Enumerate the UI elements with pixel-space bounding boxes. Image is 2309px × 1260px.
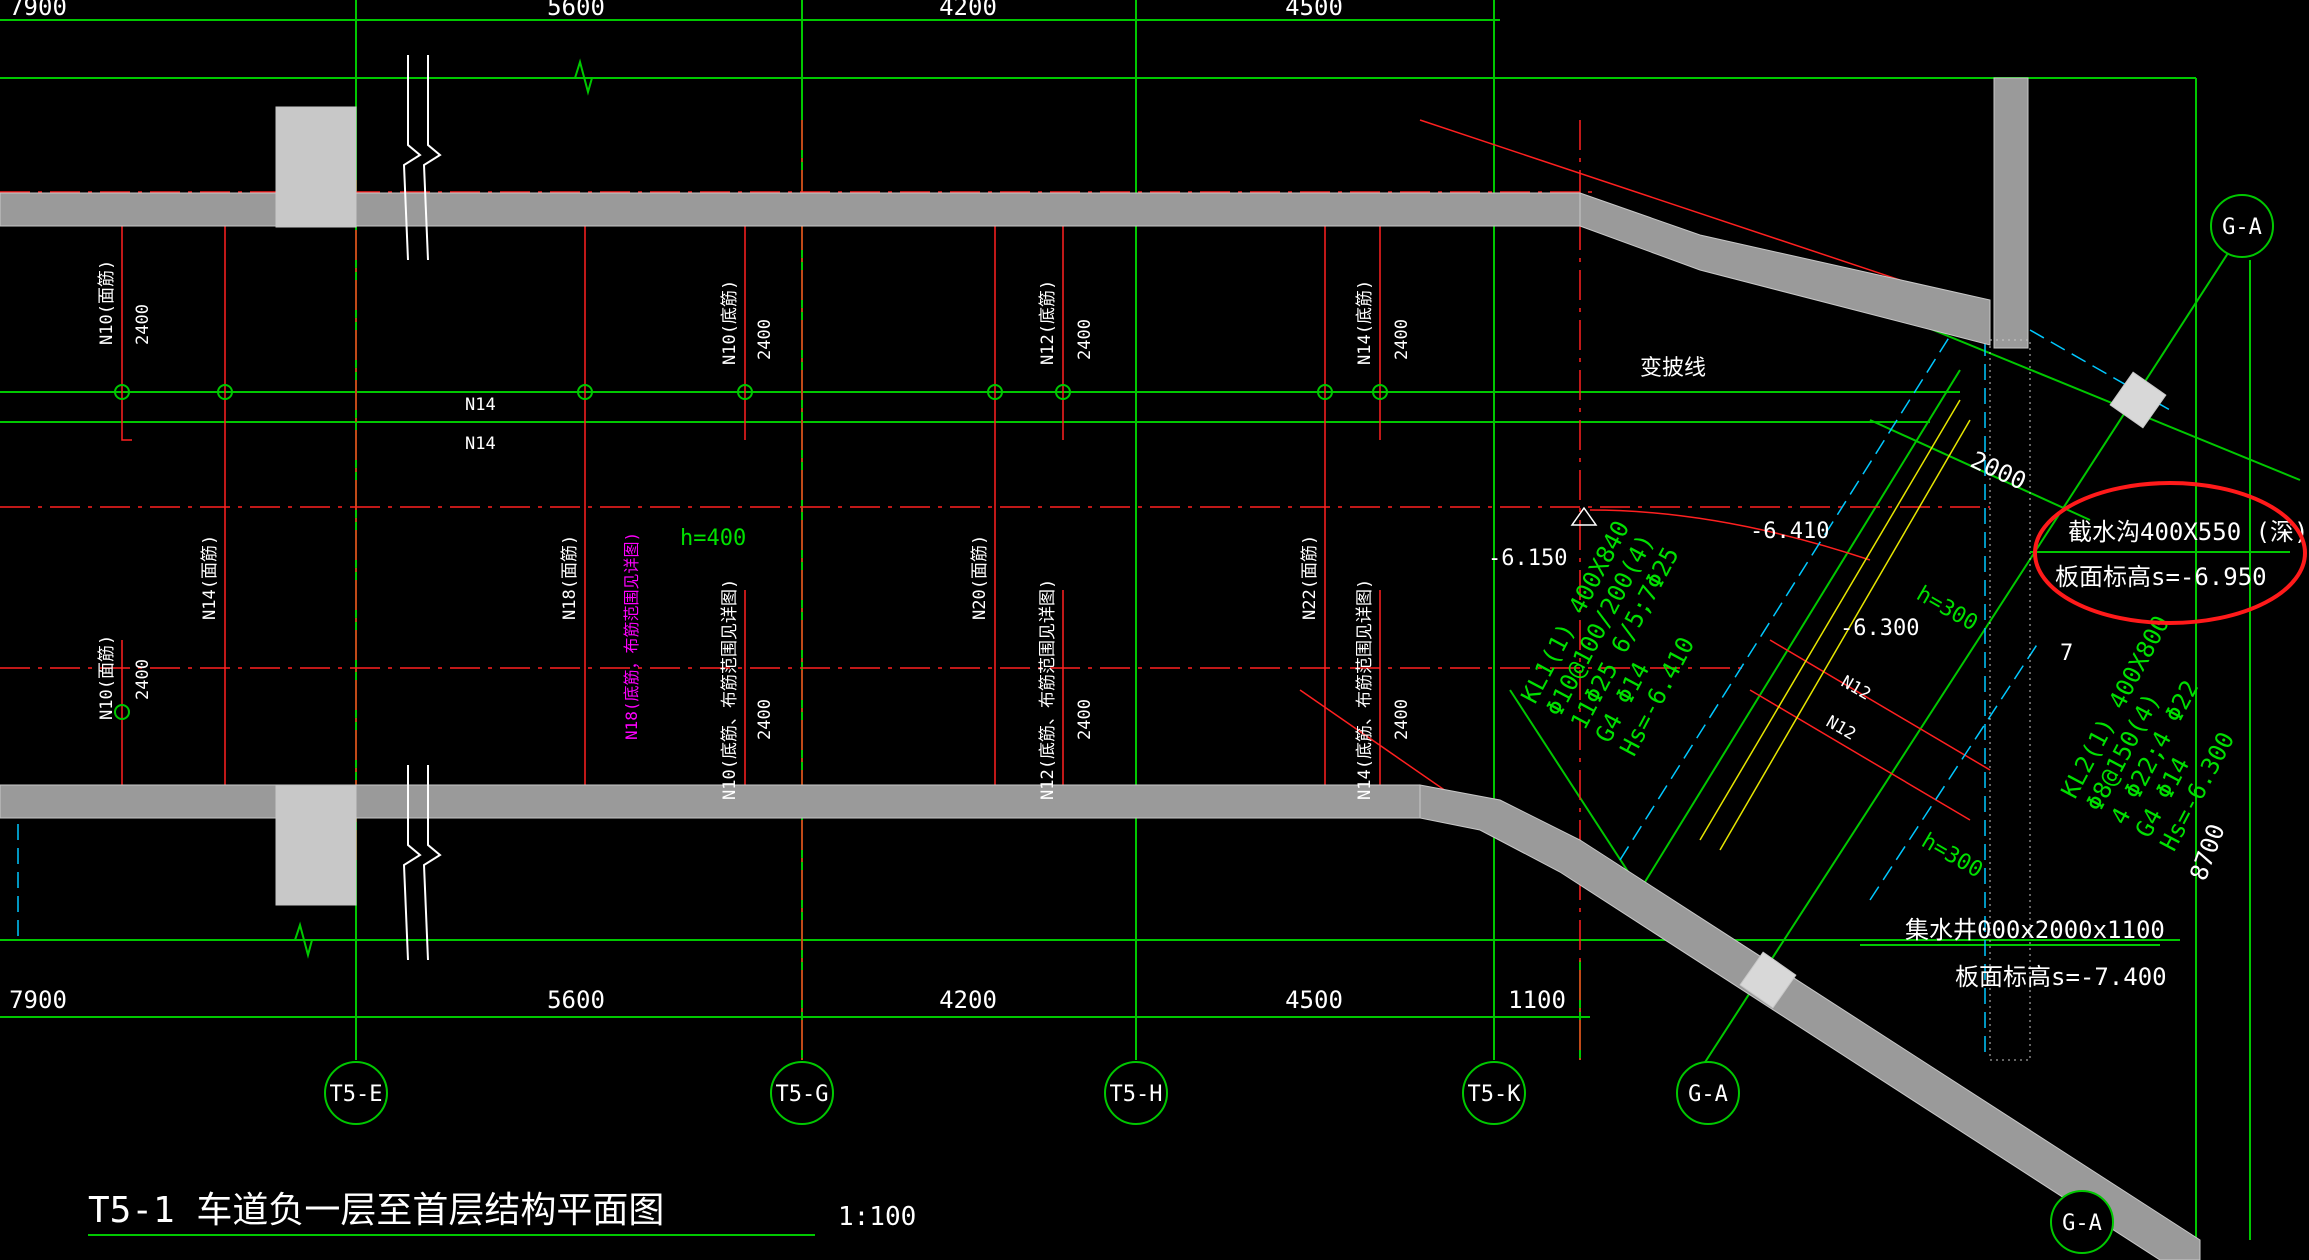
axis-label-t5k: T5-K bbox=[1468, 1082, 1522, 1107]
label-2400-d: 2400 bbox=[755, 699, 775, 740]
label-2400-h: 2400 bbox=[1392, 699, 1412, 740]
label-2400-b: 2400 bbox=[133, 659, 153, 700]
text-elev-6410: -6.410 bbox=[1750, 519, 1829, 544]
wall-bottom bbox=[0, 784, 1421, 819]
label-n14-line1: N14 bbox=[465, 395, 496, 415]
label-n18-magenta: N18(底筋，布筋范围见详图) bbox=[622, 532, 641, 740]
kl2-label: KL2(1) 400X800 Φ8@150(4) 4 Φ22;4 Φ22 G4 … bbox=[2056, 611, 2241, 855]
column-bottom bbox=[275, 784, 357, 906]
rebar-range-2 bbox=[584, 221, 595, 801]
trench-label: 截水沟400X550 (深) 板面标高s=-6.950 bbox=[2055, 518, 2309, 591]
axis-label-ga-bottom: G-A bbox=[1688, 1082, 1728, 1107]
drawing-title: T5-1 车道负一层至首层结构平面图 bbox=[88, 1190, 664, 1231]
label-n12-diag-a: N12 bbox=[1838, 672, 1875, 705]
label-n20: N20(面筋) bbox=[970, 535, 990, 620]
label-n12-diag-b: N12 bbox=[1823, 712, 1860, 745]
break-symbol-top bbox=[560, 58, 610, 96]
break-mark-top-2 bbox=[422, 55, 442, 261]
axis-bubble-t5k[interactable]: T5-K bbox=[1462, 1061, 1526, 1125]
h-labels: h=400 h=300 h=300 bbox=[680, 526, 1987, 883]
wall-top-curve bbox=[1579, 192, 1991, 346]
beam-yellow-1 bbox=[1699, 399, 1961, 841]
dim-bot-7900: 7900 bbox=[9, 986, 67, 1014]
drawing-scale: 1:100 bbox=[838, 1202, 916, 1232]
trench-line-2: 板面标高s=-6.950 bbox=[2055, 563, 2267, 591]
label-n14-b: N14(底筋) bbox=[1355, 280, 1375, 365]
wall-top bbox=[0, 192, 1581, 227]
label-n10-b: N10(底筋) bbox=[720, 280, 740, 365]
text-elev-6150: -6.150 bbox=[1488, 546, 1567, 571]
label-2400-g: 2400 bbox=[1392, 319, 1412, 360]
axis-bubble-ga-bottom[interactable]: G-A bbox=[1676, 1061, 1740, 1125]
wall-bottom-curve bbox=[1419, 784, 2201, 1260]
column-top bbox=[275, 106, 357, 228]
label-n10-top: N10(面筋) bbox=[97, 260, 117, 345]
text-h300-b: h=300 bbox=[1917, 829, 1987, 884]
text-note-7: 7 bbox=[2060, 641, 2073, 666]
label-n12-b2: N12(底筋、布筋范围见详图) bbox=[1038, 579, 1058, 800]
text-slope-line: 变披线 bbox=[1640, 356, 1706, 381]
dim-top-4500: 4500 bbox=[1285, 0, 1343, 21]
trench-line-1: 截水沟400X550 (深) bbox=[2068, 518, 2309, 546]
text-h300-a: h=300 bbox=[1912, 582, 1982, 637]
label-n10-bot: N10(面筋) bbox=[97, 635, 117, 720]
wall-right bbox=[1993, 77, 2029, 349]
axis-bubble-ga-corner[interactable]: G-A bbox=[2050, 1190, 2114, 1254]
label-n14-mid: N14(面筋) bbox=[200, 535, 220, 620]
break-symbol-bottom bbox=[280, 921, 330, 959]
label-2400-a: 2400 bbox=[133, 304, 153, 345]
axis-label-t5g: T5-G bbox=[776, 1082, 829, 1107]
label-n14-line2: N14 bbox=[465, 434, 496, 454]
label-2400-f: 2400 bbox=[1075, 699, 1095, 740]
rebar-range-3 bbox=[994, 221, 1005, 801]
label-n10-b2: N10(底筋、布筋范围见详图) bbox=[720, 579, 740, 800]
sump-label: 集水井000x2000x1100 板面标高s=-7.400 bbox=[1905, 916, 2167, 991]
n12-diag-2 bbox=[1749, 689, 1971, 821]
axis-label-t5e: T5-E bbox=[330, 1082, 383, 1107]
axis-label-ga-corner: G-A bbox=[2062, 1211, 2102, 1236]
axis-bubbles[interactable]: T5-E T5-G T5-H T5-K G-A G-A G-A bbox=[324, 194, 2274, 1254]
dim-top-4200: 4200 bbox=[939, 0, 997, 21]
axis-bubble-t5g[interactable]: T5-G bbox=[770, 1061, 834, 1125]
sump-line-2: 板面标高s=-7.400 bbox=[1955, 963, 2167, 991]
axis-label-ga-top: G-A bbox=[2222, 215, 2262, 240]
dim-bot-1100: 1100 bbox=[1508, 986, 1566, 1014]
label-2400-e: 2400 bbox=[1075, 319, 1095, 360]
label-n12-b: N12(底筋) bbox=[1038, 280, 1058, 365]
label-n14-b2: N14(底筋、布筋范围见详图) bbox=[1355, 579, 1375, 800]
dim-bot-4500: 4500 bbox=[1285, 986, 1343, 1014]
label-2400-c: 2400 bbox=[755, 319, 775, 360]
label-n18-mid: N18(面筋) bbox=[560, 535, 580, 620]
n12-diag-1 bbox=[1769, 639, 1991, 771]
beam-lines bbox=[1699, 399, 1971, 851]
break-mark-top-1 bbox=[402, 55, 422, 261]
sump-line-1: 集水井000x2000x1100 bbox=[1905, 916, 2165, 944]
text-h400: h=400 bbox=[680, 526, 746, 551]
cad-drawing-canvas[interactable]: 7900 5600 4200 4500 7900 5600 4200 4500 … bbox=[0, 0, 2309, 1260]
trench-hatch bbox=[1989, 339, 2031, 1061]
rebar-nodes bbox=[114, 384, 1388, 720]
rebar-range-1 bbox=[121, 221, 132, 441]
axis-bubble-t5e[interactable]: T5-E bbox=[324, 1061, 388, 1125]
text-elev-6300: -6.300 bbox=[1840, 616, 1919, 641]
dim-top-5600: 5600 bbox=[547, 0, 605, 21]
dim-top-7900: 7900 bbox=[9, 0, 67, 21]
dim-bot-4200: 4200 bbox=[939, 986, 997, 1014]
label-n22: N22(面筋) bbox=[1300, 535, 1320, 620]
dim-diag-2000: 2000 bbox=[1966, 446, 2030, 496]
dim-bot-5600: 5600 bbox=[547, 986, 605, 1014]
axis-bubble-t5h[interactable]: T5-H bbox=[1104, 1061, 1168, 1125]
cyan-diag-1 bbox=[1619, 319, 1961, 861]
axis-label-t5h: T5-H bbox=[1110, 1082, 1163, 1107]
axis-bubble-ga-top[interactable]: G-A bbox=[2210, 194, 2274, 258]
